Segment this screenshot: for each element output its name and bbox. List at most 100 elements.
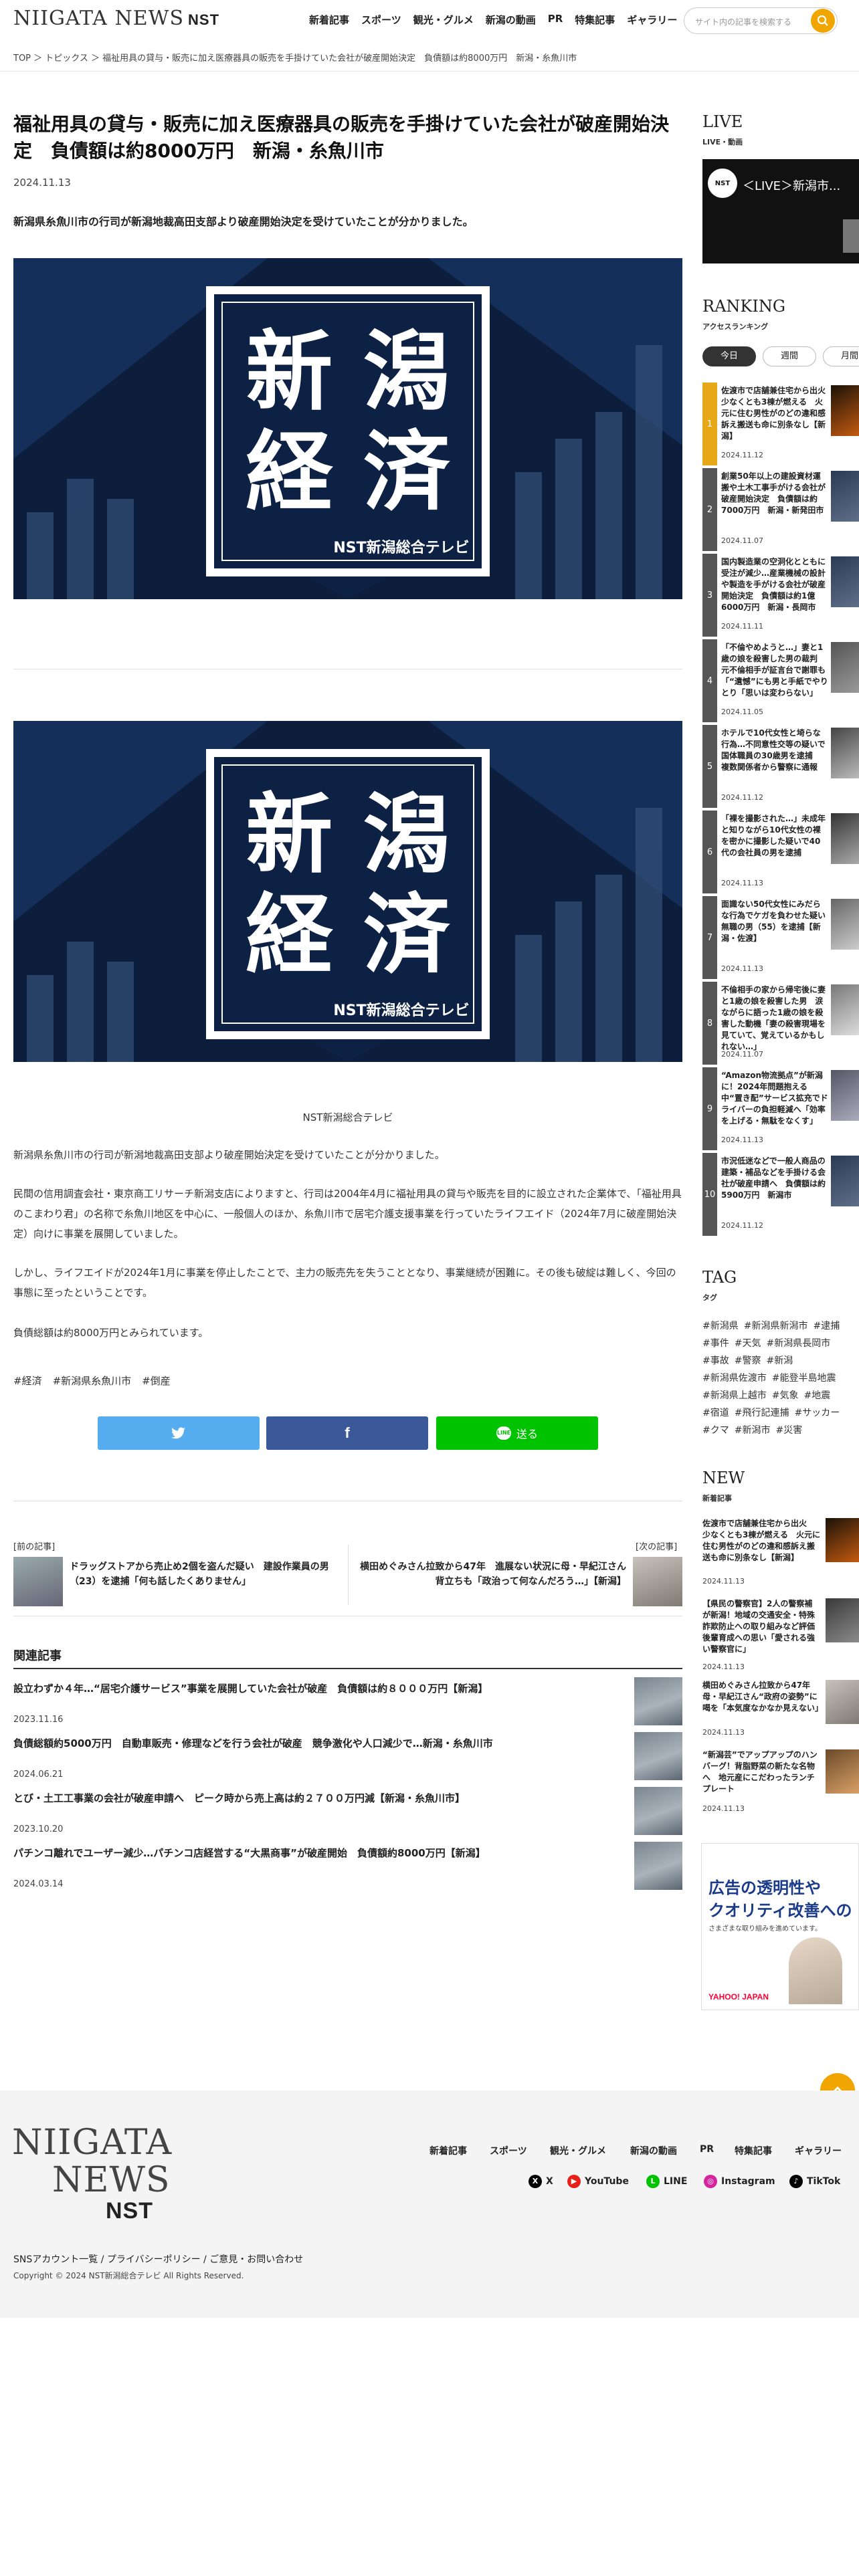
nav-item-new[interactable]: 新着記事	[309, 13, 349, 27]
site-logo[interactable]: NIIGATA NEWS NST	[13, 7, 219, 30]
new-article-title[interactable]: “新潟芸”でアップアップのハンバーグ！背脂野菜の新たな名物へ 地元産にこだわった…	[702, 1749, 820, 1795]
nav-item-feature[interactable]: 特集記事	[575, 13, 615, 27]
new-article-thumbnail[interactable]	[826, 1518, 859, 1562]
tag-link[interactable]: #事件	[702, 1338, 729, 1349]
ranking-title[interactable]: 市況低迷などで一般人商品の建築・補品などを手掛ける会社が破産申請へ 負債額は約5…	[721, 1156, 828, 1201]
footer-nav-gallery[interactable]: ギャラリー	[795, 2144, 842, 2157]
related-title[interactable]: 負債総額約5000万円 自動車販売・修理などを行う会社が破産 競争激化や人口減少…	[13, 1736, 629, 1750]
tag-link[interactable]: #気象	[772, 1390, 799, 1401]
ranking-item[interactable]: 10 市況低迷などで一般人商品の建築・補品などを手掛ける会社が破産申請へ 負債額は…	[702, 1153, 859, 1236]
nav-item-gallery[interactable]: ギャラリー	[627, 13, 677, 27]
ranking-item[interactable]: 8 不倫相手の家から帰宅後に妻と1歳の娘を殺害した男 涙ながらに語った1歳の娘を殺…	[702, 982, 859, 1065]
tag-link[interactable]: #クマ	[702, 1425, 729, 1436]
prev-thumbnail[interactable]	[13, 1557, 63, 1606]
footer-sns-tiktok[interactable]: ♪ TikTok	[789, 2175, 840, 2188]
ranking-title[interactable]: 「不倫やめようと…」妻と1歳の娘を殺害した男の裁判 元不倫相手が証言台で謝罪も「…	[721, 642, 828, 699]
new-article-thumbnail[interactable]	[826, 1749, 859, 1794]
tab-monthly[interactable]: 月間	[823, 346, 859, 366]
tag-link[interactable]: #新潟県上越市	[702, 1390, 767, 1401]
ranking-title[interactable]: 創業50年以上の建設資材運搬や土木工事手がける会社が破産開始決定 負債額は約70…	[721, 471, 828, 516]
related-item[interactable]: パチンコ離れでユーザー減少…パチンコ店経営する“大黒商事”が破産開始 負債額約8…	[13, 1842, 682, 1890]
related-title[interactable]: パチンコ離れでユーザー減少…パチンコ店経営する“大黒商事”が破産開始 負債額約8…	[13, 1846, 629, 1860]
tag-link[interactable]: #経済	[13, 1374, 42, 1388]
footer-nav-pr[interactable]: PR	[700, 2144, 714, 2155]
related-thumbnail[interactable]	[634, 1732, 682, 1780]
related-item[interactable]: 負債総額約5000万円 自動車販売・修理などを行う会社が破産 競争激化や人口減少…	[13, 1732, 682, 1780]
tag-link[interactable]: #新潟	[766, 1356, 793, 1366]
ranking-title[interactable]: “Amazon物流拠点”が新潟に！2024年問題抱える中“置き配”サービス拡充で…	[721, 1070, 828, 1127]
footer-sns-instagram[interactable]: ◎ Instagram	[704, 2175, 775, 2188]
ranking-title[interactable]: 不倫相手の家から帰宅後に妻と1歳の娘を殺害した男 涙ながらに語った1歳の娘を殺害…	[721, 984, 828, 1053]
nav-item-video[interactable]: 新潟の動画	[486, 13, 536, 27]
footer-sns-line[interactable]: L LINE	[646, 2175, 687, 2188]
footer-nav-sports[interactable]: スポーツ	[490, 2144, 527, 2157]
tag-link[interactable]: #地震	[803, 1390, 830, 1401]
ranking-thumbnail[interactable]	[831, 728, 859, 778]
share-twitter-button[interactable]	[98, 1416, 260, 1450]
tag-link[interactable]: #新潟市	[735, 1425, 771, 1436]
ranking-thumbnail[interactable]	[831, 1070, 859, 1121]
footer-nav-video[interactable]: 新潟の動画	[630, 2144, 677, 2157]
footer-sns-youtube[interactable]: ▶ YouTube	[567, 2175, 629, 2188]
new-article-item[interactable]: 横田めぐみさん拉致から47年 母・早紀江さん“政府の姿勢”に喝を「本気度なかなか…	[702, 1680, 859, 1740]
tab-today[interactable]: 今日	[702, 346, 756, 366]
footer-nav-feature[interactable]: 特集記事	[735, 2144, 772, 2157]
ranking-item[interactable]: 3 国内製造業の空洞化とともに受注が減少…産業機械の設計や製造を手がける会社が破産…	[702, 554, 859, 637]
new-article-title[interactable]: 横田めぐみさん拉致から47年 母・早紀江さん“政府の姿勢”に喝を「本気度なかなか…	[702, 1680, 823, 1714]
related-thumbnail[interactable]	[634, 1787, 682, 1835]
ranking-title[interactable]: 佐渡市で店舗兼住宅から出火 少なくとも3棟が燃える 火元に住む男性がのどの違和感…	[721, 385, 834, 442]
tag-link[interactable]: #能登半島地震	[772, 1373, 836, 1384]
nav-item-sports[interactable]: スポーツ	[361, 13, 401, 27]
ranking-title[interactable]: 国内製造業の空洞化とともに受注が減少…産業機械の設計や製造を手がける会社が破産開…	[721, 556, 828, 613]
share-facebook-button[interactable]: f	[266, 1416, 428, 1450]
breadcrumb[interactable]: TOP ＞ トピックス ＞ 福祉用具の貸与・販売に加え医療器具の販売を手掛けてい…	[13, 51, 577, 64]
footer-logo[interactable]: NIIGATA NEWS NST	[12, 2124, 172, 2223]
tag-link[interactable]: #新潟県佐渡市	[702, 1373, 767, 1384]
tag-link[interactable]: #災害	[775, 1425, 802, 1436]
new-article-item[interactable]: 佐渡市で店舗兼住宅から出火 少なくとも3棟が燃える 火元に住む男性がのどの違和感…	[702, 1518, 859, 1592]
tag-link[interactable]: #逮捕	[813, 1321, 840, 1331]
new-article-title[interactable]: 佐渡市で店舗兼住宅から出火 少なくとも3棟が燃える 火元に住む男性がのどの違和感…	[702, 1518, 820, 1564]
live-video-player[interactable]: NST ＜LIVE＞新潟市...	[702, 159, 859, 263]
related-item[interactable]: とび・土工工事業の会社が破産申請へ ピーク時から売上高は約２７００万円減【新潟・…	[13, 1787, 682, 1835]
next-thumbnail[interactable]	[633, 1557, 682, 1606]
tag-link[interactable]: #新潟県新潟市	[744, 1321, 808, 1331]
new-article-thumbnail[interactable]	[826, 1598, 859, 1642]
footer-nav-new[interactable]: 新着記事	[430, 2144, 467, 2157]
related-title[interactable]: とび・土工工事業の会社が破産申請へ ピーク時から売上高は約２７００万円減【新潟・…	[13, 1791, 629, 1805]
ranking-item[interactable]: 2 創業50年以上の建設資材運搬や土木工事手がける会社が破産開始決定 負債額は約7…	[702, 468, 859, 551]
related-item[interactable]: 設立わずか４年…“居宅介護サービス”事業を展開していた会社が破産 負債額は約８０…	[13, 1677, 682, 1725]
related-title[interactable]: 設立わずか４年…“居宅介護サービス”事業を展開していた会社が破産 負債額は約８０…	[13, 1681, 629, 1695]
share-line-button[interactable]: LINE 送る	[436, 1416, 598, 1450]
tag-link[interactable]: #新潟県	[702, 1321, 739, 1331]
tag-link[interactable]: #警察	[735, 1356, 761, 1366]
ranking-item[interactable]: 4 「不倫やめようと…」妻と1歳の娘を殺害した男の裁判 元不倫相手が証言台で謝罪も…	[702, 639, 859, 722]
tag-link[interactable]: #新潟県糸魚川市	[53, 1374, 132, 1388]
tag-link[interactable]: #新潟県長岡市	[766, 1338, 830, 1349]
tag-link[interactable]: #サッカー	[794, 1408, 840, 1418]
ranking-title[interactable]: 面識ない50代女性にみだらな行為でケガを負わせた疑い 無職の男（55）を逮捕【新…	[721, 899, 834, 944]
new-article-item[interactable]: “新潟芸”でアップアップのハンバーグ！背脂野菜の新たな名物へ 地元産にこだわった…	[702, 1749, 859, 1816]
prev-article-link[interactable]: ドラッグストアから売止め2個を盗んだ疑い 建設作業員の男（23）を逮捕「何も話し…	[70, 1560, 337, 1589]
footer-sns-x[interactable]: XX	[529, 2175, 553, 2188]
new-article-title[interactable]: 【県民の警察官】2人の警察補が新潟！地域の交通安全・特殊詐欺防止への取り組みなど…	[702, 1598, 823, 1655]
ranking-item[interactable]: 7 面識ない50代女性にみだらな行為でケガを負わせた疑い 無職の男（55）を逮捕【…	[702, 896, 859, 979]
footer-nav-gourmet[interactable]: 観光・グルメ	[550, 2144, 606, 2157]
ranking-thumbnail[interactable]	[831, 1156, 859, 1206]
ranking-thumbnail[interactable]	[831, 813, 859, 864]
related-thumbnail[interactable]	[634, 1677, 682, 1725]
ranking-thumbnail[interactable]	[831, 899, 859, 950]
tag-link[interactable]: #宿道	[702, 1408, 729, 1418]
new-article-item[interactable]: 【県民の警察官】2人の警察補が新潟！地域の交通安全・特殊詐欺防止への取り組みなど…	[702, 1598, 859, 1672]
nav-item-gourmet[interactable]: 観光・グルメ	[413, 13, 474, 27]
ranking-thumbnail[interactable]	[831, 556, 859, 607]
ranking-thumbnail[interactable]	[831, 984, 859, 1035]
footer-links[interactable]: SNSアカウント一覧 / プライバシーポリシー / ご意見・お問い合わせ	[13, 2252, 303, 2266]
tag-link[interactable]: #天気	[735, 1338, 761, 1349]
nav-item-pr[interactable]: PR	[548, 13, 563, 27]
ranking-item[interactable]: 5 ホテルで10代女性と埼らな行為…不同意性交等の疑いで国体職員の30歳男を逮捕 …	[702, 725, 859, 808]
tab-weekly[interactable]: 週間	[763, 346, 816, 366]
tag-link[interactable]: #飛行記連捕	[735, 1408, 789, 1418]
ranking-item[interactable]: 6 「裸を撮影された…」未成年と知りながら10代女性の裸を密かに撮影した疑いで40…	[702, 811, 859, 893]
related-thumbnail[interactable]	[634, 1842, 682, 1890]
